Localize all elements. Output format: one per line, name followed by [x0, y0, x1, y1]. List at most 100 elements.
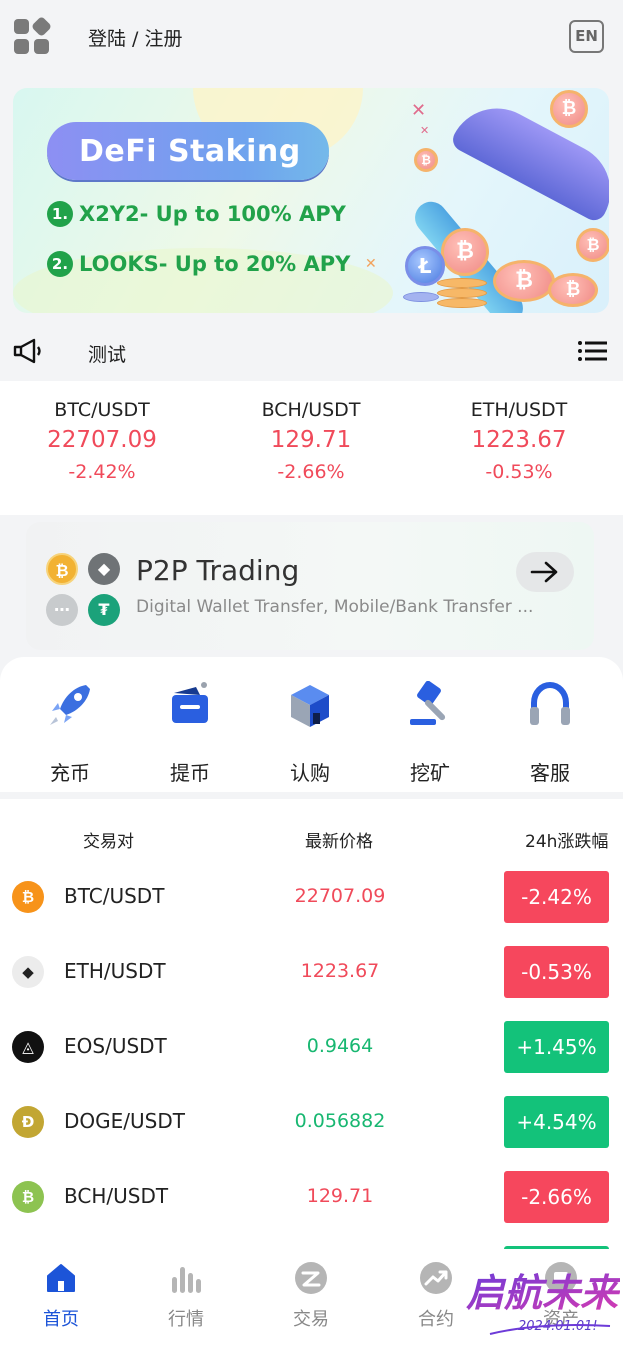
banner-item-text: X2Y2- Up to 100% APY	[79, 202, 346, 226]
coin-stack-illustration	[437, 298, 487, 308]
row-change-badge: -0.53%	[504, 946, 609, 998]
login-register-link[interactable]: 登陆 / 注册	[88, 24, 182, 51]
hammer-icon	[410, 680, 446, 725]
tab-home[interactable]: 首页	[11, 1261, 111, 1331]
p2p-subtitle: Digital Wallet Transfer, Mobile/Bank Tra…	[136, 597, 534, 617]
action-label: 客服	[530, 761, 570, 785]
tab-label: 行情	[168, 1309, 204, 1330]
bitcoin-coin-illustration: ₿	[576, 228, 609, 262]
coin-stack-illustration	[437, 278, 487, 288]
headset-icon	[530, 681, 570, 725]
row-pair: BTC/USDT	[64, 884, 165, 908]
tab-market[interactable]: 行情	[136, 1261, 236, 1331]
quick-actions: 充币 提币 认购 挖矿 客服	[0, 657, 623, 792]
ticker-price: 1223.67	[471, 427, 567, 453]
language-toggle-button[interactable]: EN	[569, 20, 604, 53]
action-withdraw[interactable]: 提币	[140, 681, 240, 786]
ticker-change: -0.53%	[485, 461, 553, 483]
tab-label: 首页	[43, 1309, 79, 1330]
sparkle-icon: ✕	[365, 256, 377, 272]
bitcoin-coin-icon: ₿	[46, 553, 78, 585]
ticker-symbol: BTC/USDT	[54, 399, 150, 421]
market-row[interactable]: ₿ BCH/USDT 129.71 -2.66%	[0, 1159, 623, 1234]
bitcoin-coin-illustration: ₿	[493, 260, 555, 302]
trade-icon	[295, 1262, 327, 1294]
p2p-title: P2P Trading	[136, 554, 300, 587]
bitcoin-coin-illustration: ₿	[548, 273, 598, 307]
bitcoin-coin-illustration: ₿	[550, 90, 588, 128]
banner-item: 1. X2Y2- Up to 100% APY	[47, 201, 346, 227]
ticker-card[interactable]: ETH/USDT 1223.67 -0.53%	[429, 399, 609, 483]
action-customer-service[interactable]: 客服	[500, 681, 600, 786]
market-row[interactable]: ◆ ETH/USDT 1223.67 -0.53%	[0, 934, 623, 1009]
action-label: 认购	[290, 761, 330, 785]
ticker-symbol: ETH/USDT	[470, 399, 568, 421]
megaphone-icon	[13, 338, 41, 364]
more-coins-icon: ⋯	[46, 594, 78, 626]
market-row[interactable]	[0, 1234, 623, 1249]
apps-menu-icon[interactable]	[14, 15, 53, 55]
trend-icon	[420, 1262, 452, 1294]
row-price: 1223.67	[300, 960, 380, 982]
market-row[interactable]: Ð DOGE/USDT 0.056882 +4.54%	[0, 1084, 623, 1159]
action-label: 提币	[170, 761, 210, 785]
action-label: 充币	[50, 761, 90, 785]
bitcoin-coin-illustration: ₿	[441, 228, 489, 276]
list-icon[interactable]	[577, 340, 607, 362]
tab-label: 交易	[293, 1309, 329, 1330]
ticker-price: 22707.09	[47, 427, 157, 453]
coin-icon: ◬	[12, 1031, 44, 1063]
ticker-symbol: BCH/USDT	[261, 399, 361, 421]
arrow-right-icon	[530, 561, 558, 583]
row-pair: EOS/USDT	[64, 1034, 167, 1058]
banner-title: DeFi Staking	[79, 134, 301, 169]
row-change-badge: -2.42%	[504, 871, 609, 923]
coin-icon: ◆	[12, 956, 44, 988]
column-header-price: 最新价格	[305, 832, 373, 852]
bar-chart-icon	[172, 1267, 201, 1293]
ticker-price: 129.71	[270, 427, 352, 453]
ticker-card[interactable]: BCH/USDT 129.71 -2.66%	[221, 399, 401, 483]
coin-icon: Ð	[12, 1106, 44, 1138]
p2p-trading-card[interactable]: ₿ ◆ ⋯ ₮ P2P Trading Digital Wallet Trans…	[26, 522, 594, 650]
market-list: 交易对 最新价格 24h涨跌幅 ₿ BTC/USDT 22707.09 -2.42% ◆…	[0, 799, 623, 1249]
ticker-change: -2.66%	[277, 461, 345, 483]
ticker-change: -2.42%	[68, 461, 136, 483]
coin-icon: ₿	[12, 881, 44, 913]
tab-trade[interactable]: 交易	[261, 1261, 361, 1331]
banner-item-text: LOOKS- Up to 20% APY	[79, 252, 351, 276]
market-row[interactable]: ◬ EOS/USDT 0.9464 +1.45%	[0, 1009, 623, 1084]
ticker-card[interactable]: BTC/USDT 22707.09 -2.42%	[12, 399, 192, 483]
banner-item-number: 2.	[47, 251, 73, 277]
action-subscribe[interactable]: 认购	[260, 681, 360, 786]
row-change-badge: -2.66%	[504, 1171, 609, 1223]
coin-icon: ₿	[12, 1181, 44, 1213]
row-price: 22707.09	[294, 885, 386, 907]
action-mining[interactable]: 挖矿	[380, 680, 480, 786]
p2p-arrow-button[interactable]	[516, 552, 574, 592]
banner-item-number: 1.	[47, 201, 73, 227]
action-label: 挖矿	[410, 761, 450, 785]
row-pair: ETH/USDT	[64, 959, 166, 983]
rocket-icon	[50, 685, 90, 725]
row-change-badge: +1.45%	[504, 1021, 609, 1073]
row-pair: BCH/USDT	[64, 1184, 169, 1208]
sparkle-icon: ✕	[420, 124, 430, 137]
notice-bar[interactable]: 测试	[0, 320, 623, 380]
ticker-summary: BTC/USDT 22707.09 -2.42% BCH/USDT 129.71…	[0, 381, 623, 515]
watermark-logo: 启航未来 2024.01.01!	[466, 1270, 620, 1335]
svg-text:启航未来: 启航未来	[466, 1270, 620, 1315]
row-price: 0.9464	[306, 1035, 374, 1057]
action-deposit[interactable]: 充币	[20, 681, 120, 786]
coin-stack-illustration	[403, 292, 439, 302]
top-header: 登陆 / 注册 EN	[0, 0, 623, 80]
column-header-pair: 交易对	[83, 832, 134, 852]
tether-coin-icon: ₮	[88, 594, 120, 626]
row-price: 129.71	[306, 1185, 374, 1207]
banner-item: 2. LOOKS- Up to 20% APY	[47, 251, 350, 277]
promo-banner[interactable]: DeFi Staking 1. X2Y2- Up to 100% APY 2. LO…	[13, 88, 609, 313]
row-pair: DOGE/USDT	[64, 1109, 185, 1133]
wallet-icon	[172, 682, 208, 723]
cube-icon	[291, 685, 329, 727]
market-row[interactable]: ₿ BTC/USDT 22707.09 -2.42%	[0, 859, 623, 934]
